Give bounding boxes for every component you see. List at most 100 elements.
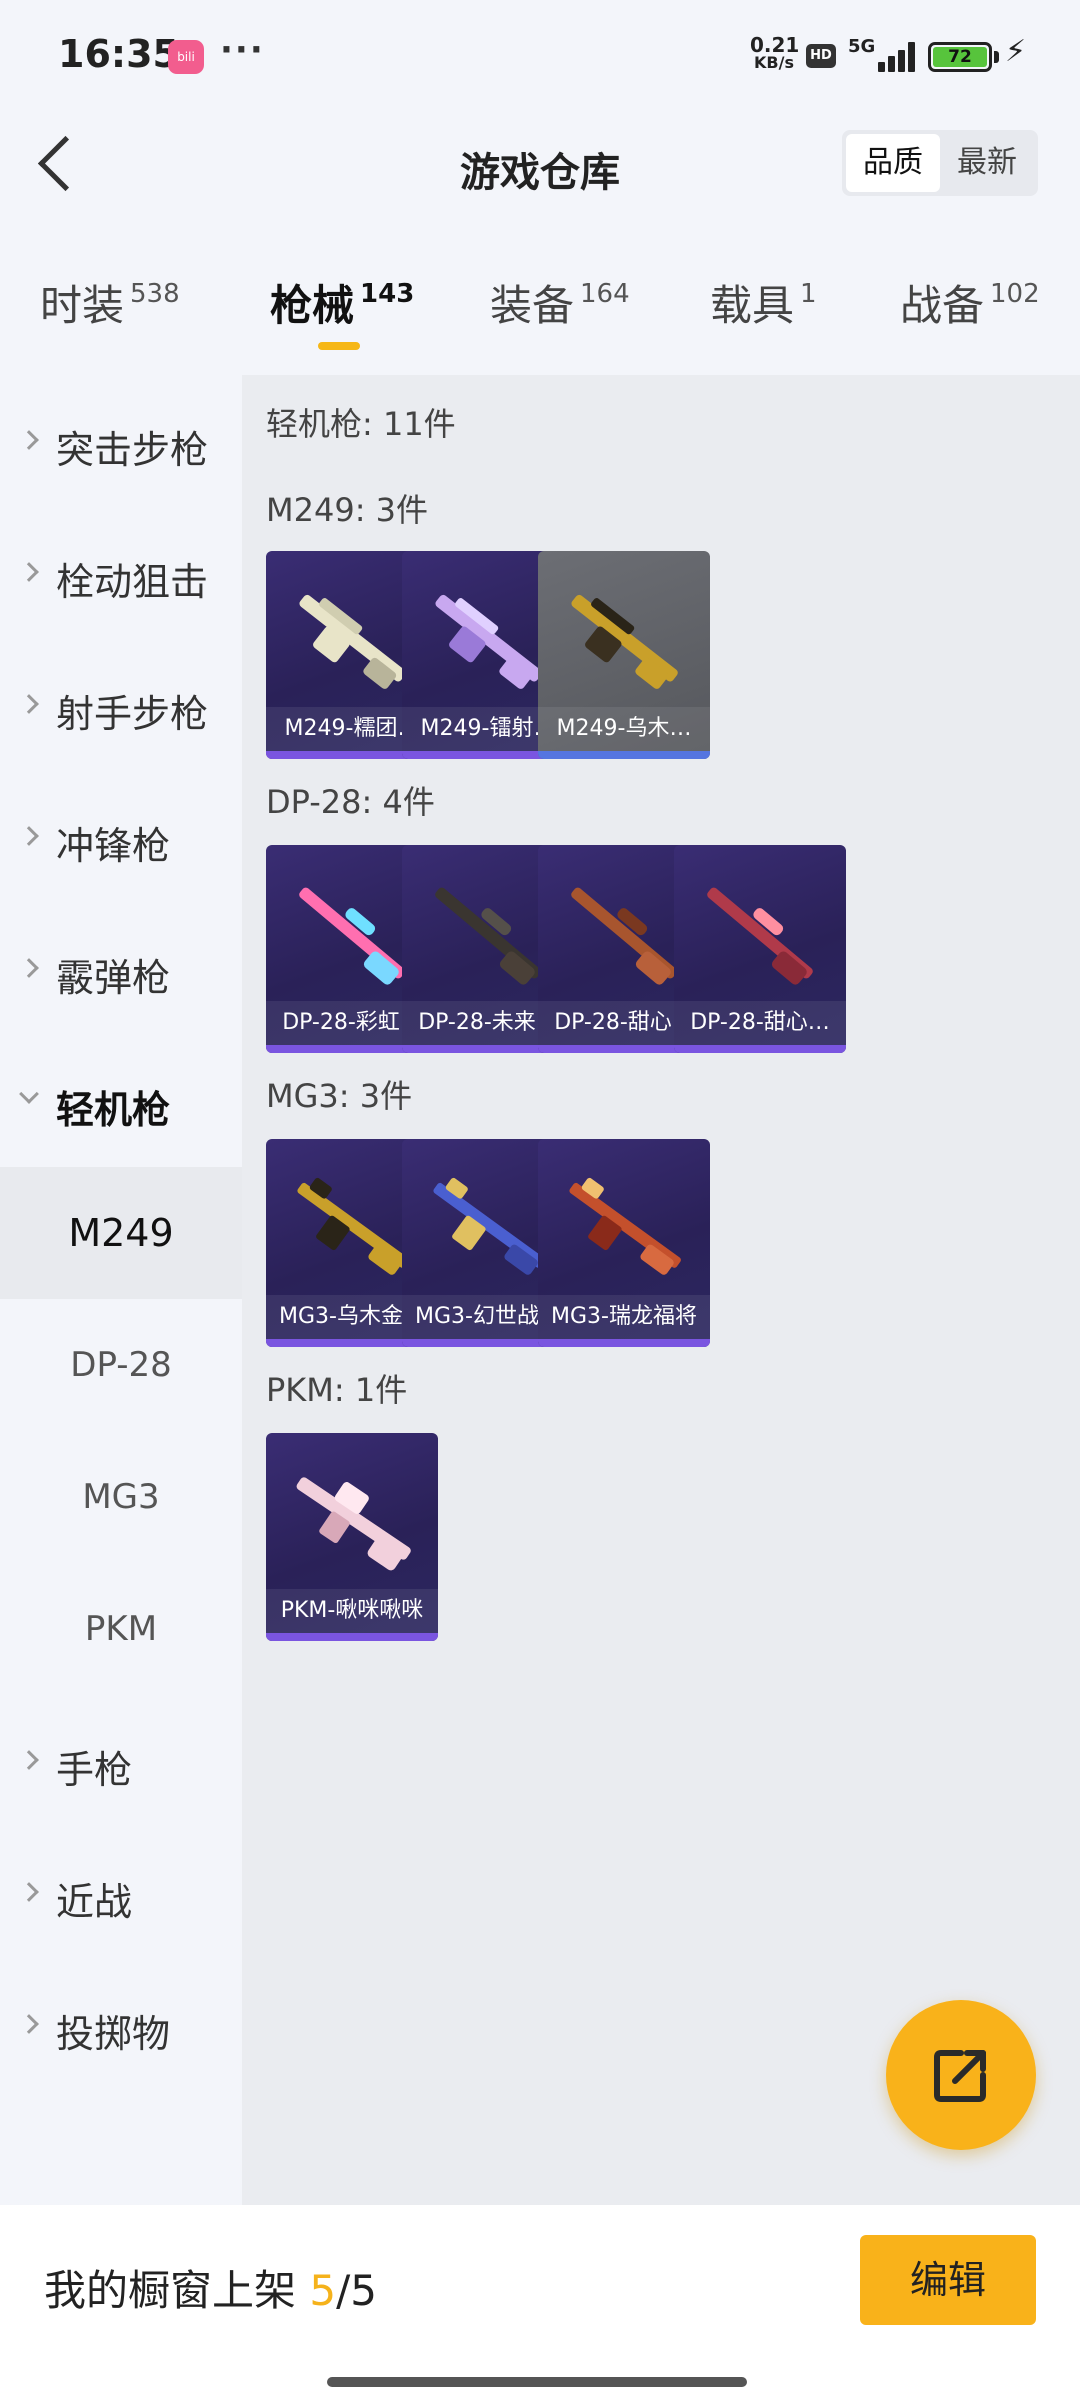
lmg-skin-icon — [571, 594, 678, 689]
clock: 16:35 — [58, 32, 179, 76]
showcase-status: 我的橱窗上架 5/5 — [44, 2257, 377, 2318]
showcase-label: 我的橱窗上架 — [44, 2266, 297, 2315]
chevron-right-icon — [19, 1882, 39, 1902]
sidebar-item-shotgun[interactable]: 霰弹枪 — [0, 903, 242, 1035]
battery-level: 72 — [933, 47, 987, 67]
sidebar-sub-dp28[interactable]: DP-28 — [0, 1299, 242, 1431]
bilibili-icon: bili — [168, 40, 204, 74]
sidebar-item-label: 栓动狙击 — [56, 560, 209, 604]
sidebar-item-label: 手枪 — [56, 1748, 133, 1792]
group-title-pkm: PKM: 1件 — [266, 1371, 408, 1409]
active-tab-indicator — [318, 342, 360, 350]
sidebar-item-melee[interactable]: 近战 — [0, 1827, 242, 1959]
chevron-right-icon — [19, 2014, 39, 2034]
sidebar-item-label: 射手步枪 — [56, 692, 209, 736]
lmg-skin-icon — [433, 1177, 545, 1275]
showcase-used-count: 5 — [309, 2266, 337, 2315]
sidebar-item-label: 轻机枪 — [56, 1088, 171, 1132]
sort-newest-button[interactable]: 最新 — [940, 134, 1034, 192]
weapon-card[interactable]: MG3-瑞龙福将 — [538, 1139, 710, 1347]
status-bar: 16:35 bili ··· 0.21 KB/s HD 5G 72 ⚡ — [0, 0, 1080, 110]
home-indicator[interactable] — [327, 2377, 747, 2387]
sort-toggle[interactable]: 品质 最新 — [842, 130, 1038, 196]
sidebar-sub-mg3[interactable]: MG3 — [0, 1431, 242, 1563]
tab-label: 时装 — [40, 281, 125, 330]
share-external-icon — [934, 2050, 986, 2102]
category-sidebar: 突击步枪 栓动狙击 射手步枪 冲锋枪 霰弹枪 轻机枪 M249 DP-28 MG… — [0, 375, 242, 2205]
sidebar-item-lmg[interactable]: 轻机枪 — [0, 1035, 242, 1167]
tab-count: 164 — [580, 279, 630, 309]
category-tabs: 时装 538 枪械 143 装备 164 载具 1 战备 102 — [0, 220, 1080, 375]
edit-button[interactable]: 编辑 — [860, 2235, 1036, 2325]
charging-icon: ⚡ — [1005, 34, 1027, 69]
signal-icon: 5G — [848, 36, 918, 72]
tab-count: 102 — [990, 279, 1040, 309]
sidebar-item-label: 霰弹枪 — [56, 956, 171, 1000]
tab-supplies[interactable]: 战备 102 — [900, 272, 1040, 333]
sidebar-item-label: 突击步枪 — [56, 428, 209, 472]
net-speed-unit: KB/s — [754, 53, 794, 72]
sidebar-item-assault-rifle[interactable]: 突击步枪 — [0, 375, 242, 507]
weapon-name: M249-乌木… — [538, 707, 710, 751]
share-fab-button[interactable] — [886, 2000, 1036, 2150]
chevron-right-icon — [19, 1750, 39, 1770]
tab-label: 战备 — [900, 281, 985, 330]
lmg-skin-icon — [299, 887, 405, 985]
lmg-skin-icon — [707, 887, 813, 985]
weapon-card[interactable]: PKM-啾咪啾咪 — [266, 1433, 438, 1641]
lmg-skin-icon — [297, 1177, 409, 1275]
tab-label: 枪械 — [270, 281, 355, 330]
hd-icon: HD — [806, 44, 836, 68]
group-title-dp28: DP-28: 4件 — [266, 783, 435, 821]
group-title-m249: M249: 3件 — [266, 491, 429, 529]
top-header: 游戏仓库 品质 最新 — [0, 110, 1080, 220]
weapon-card[interactable]: DP-28-甜心… — [674, 845, 846, 1053]
sort-quality-button[interactable]: 品质 — [846, 134, 940, 192]
lmg-skin-icon — [571, 887, 677, 985]
lmg-skin-icon — [435, 594, 542, 689]
chevron-right-icon — [19, 562, 39, 582]
tab-label: 载具 — [710, 281, 795, 330]
chevron-right-icon — [19, 958, 39, 978]
weapon-list: 轻机枪: 11件 M249: 3件 M249-糯团… M249-镭射… M249… — [242, 375, 1080, 2205]
tab-firearms[interactable]: 枪械 143 — [270, 272, 414, 333]
lmg-skin-icon — [299, 594, 406, 689]
tab-count: 538 — [130, 279, 180, 309]
chevron-right-icon — [19, 694, 39, 714]
sidebar-item-label: 投掷物 — [56, 2012, 171, 2056]
sidebar-item-label: 近战 — [56, 1880, 133, 1924]
battery-icon: 72 — [928, 42, 992, 72]
sidebar-item-marksman-rifle[interactable]: 射手步枪 — [0, 639, 242, 771]
showcase-total: /5 — [336, 2266, 377, 2315]
chevron-down-icon — [19, 1084, 39, 1104]
weapon-name: DP-28-甜心… — [674, 1001, 846, 1045]
chevron-right-icon — [19, 826, 39, 846]
tab-equipment[interactable]: 装备 164 — [490, 272, 630, 333]
tab-vehicles[interactable]: 载具 1 — [710, 272, 817, 333]
battery-tip — [994, 51, 999, 63]
back-button[interactable] — [28, 132, 88, 192]
group-title-mg3: MG3: 3件 — [266, 1077, 413, 1115]
sidebar-item-smg[interactable]: 冲锋枪 — [0, 771, 242, 903]
lmg-skin-icon — [296, 1477, 411, 1571]
net-speed: 0.21 KB/s — [750, 33, 800, 72]
sidebar-item-pistol[interactable]: 手枪 — [0, 1695, 242, 1827]
more-notifications-icon: ··· — [220, 30, 265, 70]
sidebar-item-bolt-sniper[interactable]: 栓动狙击 — [0, 507, 242, 639]
tab-fashion[interactable]: 时装 538 — [40, 272, 180, 333]
sidebar-sub-m249[interactable]: M249 — [0, 1167, 242, 1299]
sidebar-item-label: 冲锋枪 — [56, 824, 171, 868]
tab-count: 1 — [800, 279, 817, 309]
bottom-bar: 我的橱窗上架 5/5 编辑 — [0, 2205, 1080, 2400]
net-speed-value: 0.21 — [750, 33, 800, 57]
network-type: 5G — [848, 36, 876, 57]
sidebar-item-throwables[interactable]: 投掷物 — [0, 1959, 242, 2091]
sidebar-sub-pkm[interactable]: PKM — [0, 1563, 242, 1695]
tab-label: 装备 — [490, 281, 575, 330]
lmg-skin-icon — [435, 887, 541, 985]
chevron-right-icon — [19, 430, 39, 450]
tab-count: 143 — [360, 279, 415, 309]
weapon-card[interactable]: M249-乌木… — [538, 551, 710, 759]
summary-count: 轻机枪: 11件 — [266, 405, 456, 443]
weapon-name: MG3-瑞龙福将 — [538, 1295, 710, 1339]
